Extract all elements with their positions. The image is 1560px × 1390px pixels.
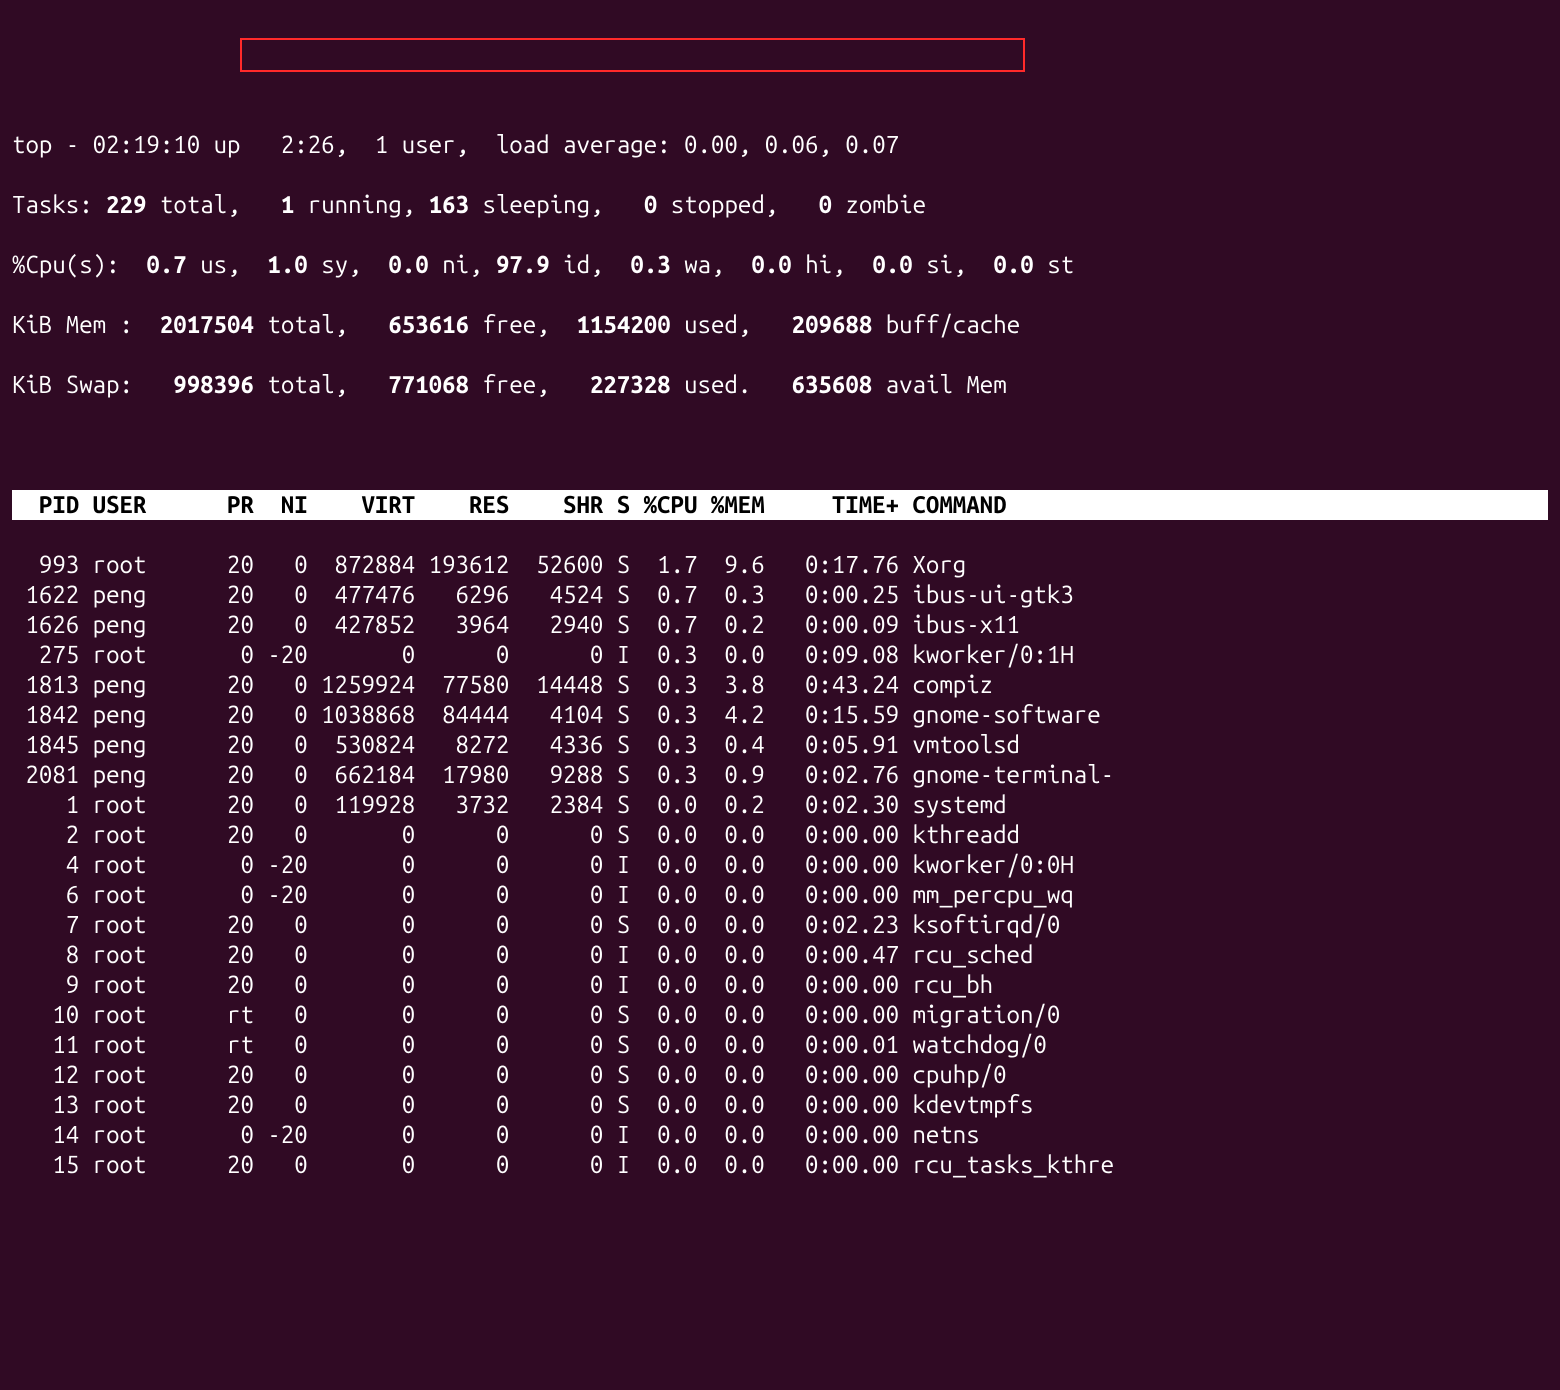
process-row[interactable]: 15 root 20 0 0 0 0 I 0.0 0.0 0:00.00 rcu… <box>12 1150 1548 1180</box>
top-tasks-line: Tasks: 229 total, 1 running, 163 sleepin… <box>12 190 1548 220</box>
process-row[interactable]: 1 root 20 0 119928 3732 2384 S 0.0 0.2 0… <box>12 790 1548 820</box>
process-row[interactable]: 6 root 0 -20 0 0 0 I 0.0 0.0 0:00.00 mm_… <box>12 880 1548 910</box>
top-cpu-line: %Cpu(s): 0.7 us, 1.0 sy, 0.0 ni, 97.9 id… <box>12 250 1548 280</box>
process-row[interactable]: 1813 peng 20 0 1259924 77580 14448 S 0.3… <box>12 670 1548 700</box>
process-row[interactable]: 1626 peng 20 0 427852 3964 2940 S 0.7 0.… <box>12 610 1548 640</box>
process-list[interactable]: 993 root 20 0 872884 193612 52600 S 1.7 … <box>12 550 1548 1180</box>
process-row[interactable]: 7 root 20 0 0 0 0 S 0.0 0.0 0:02.23 ksof… <box>12 910 1548 940</box>
process-row[interactable]: 1845 peng 20 0 530824 8272 4336 S 0.3 0.… <box>12 730 1548 760</box>
highlight-box <box>240 38 1025 72</box>
process-row[interactable]: 993 root 20 0 872884 193612 52600 S 1.7 … <box>12 550 1548 580</box>
process-row[interactable]: 275 root 0 -20 0 0 0 I 0.3 0.0 0:09.08 k… <box>12 640 1548 670</box>
process-row[interactable]: 8 root 20 0 0 0 0 I 0.0 0.0 0:00.47 rcu_… <box>12 940 1548 970</box>
process-row[interactable]: 10 root rt 0 0 0 0 S 0.0 0.0 0:00.00 mig… <box>12 1000 1548 1030</box>
blank-line <box>12 430 1548 460</box>
process-row[interactable]: 13 root 20 0 0 0 0 S 0.0 0.0 0:00.00 kde… <box>12 1090 1548 1120</box>
top-mem-line: KiB Mem : 2017504 total, 653616 free, 11… <box>12 310 1548 340</box>
process-row[interactable]: 1622 peng 20 0 477476 6296 4524 S 0.7 0.… <box>12 580 1548 610</box>
top-uptime-line: top - 02:19:10 up 2:26, 1 user, load ave… <box>12 130 1548 160</box>
process-row[interactable]: 14 root 0 -20 0 0 0 I 0.0 0.0 0:00.00 ne… <box>12 1120 1548 1150</box>
process-row[interactable]: 11 root rt 0 0 0 0 S 0.0 0.0 0:00.01 wat… <box>12 1030 1548 1060</box>
top-swap-line: KiB Swap: 998396 total, 771068 free, 227… <box>12 370 1548 400</box>
process-row[interactable]: 4 root 0 -20 0 0 0 I 0.0 0.0 0:00.00 kwo… <box>12 850 1548 880</box>
process-row[interactable]: 9 root 20 0 0 0 0 I 0.0 0.0 0:00.00 rcu_… <box>12 970 1548 1000</box>
column-header[interactable]: PID USER PR NI VIRT RES SHR S %CPU %MEM … <box>12 490 1548 520</box>
process-row[interactable]: 12 root 20 0 0 0 0 S 0.0 0.0 0:00.00 cpu… <box>12 1060 1548 1090</box>
process-row[interactable]: 2 root 20 0 0 0 0 S 0.0 0.0 0:00.00 kthr… <box>12 820 1548 850</box>
process-row[interactable]: 1842 peng 20 0 1038868 84444 4104 S 0.3 … <box>12 700 1548 730</box>
process-row[interactable]: 2081 peng 20 0 662184 17980 9288 S 0.3 0… <box>12 760 1548 790</box>
